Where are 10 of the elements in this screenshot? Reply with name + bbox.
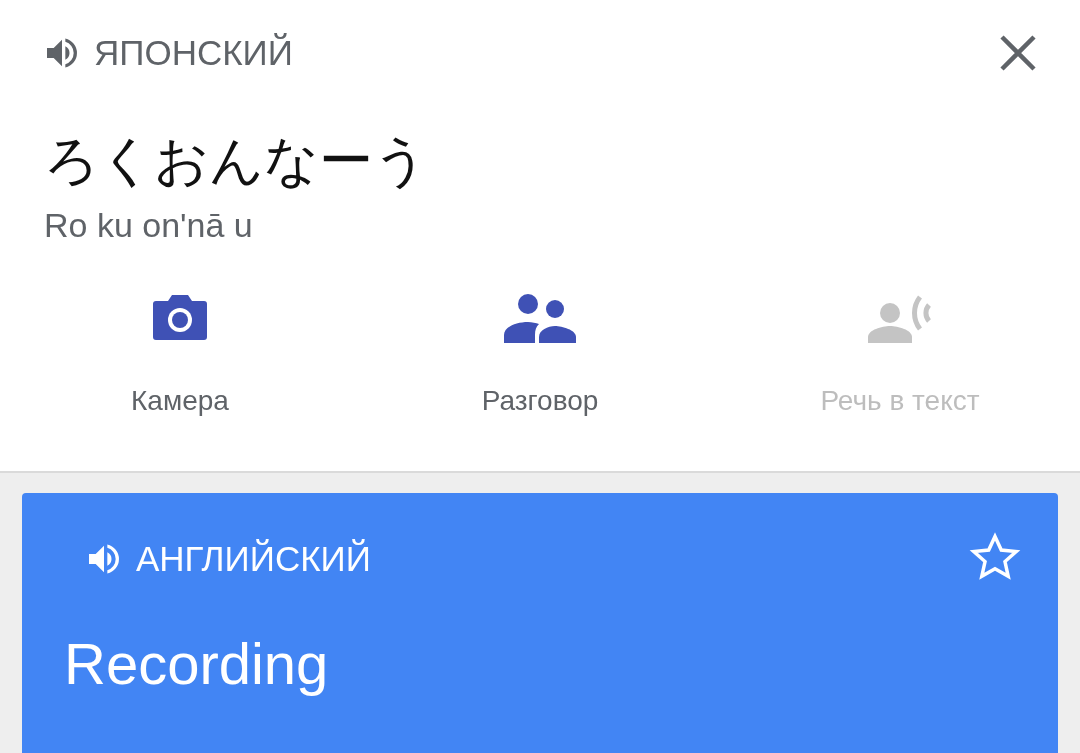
- romanization-text: Ro ku on'nā u: [44, 206, 254, 245]
- people-icon: [504, 293, 576, 343]
- source-language: ЯПОНСКИЙ: [94, 33, 294, 73]
- camera-icon: [152, 293, 208, 343]
- camera-button[interactable]: Камера: [0, 293, 360, 417]
- conversation-button[interactable]: Разговор: [360, 293, 720, 417]
- target-language: АНГЛИЙСКИЙ: [136, 538, 372, 579]
- translation-text: Recording: [64, 630, 330, 697]
- person-speaking-icon: [868, 293, 932, 343]
- source-text: ろくおんなーう: [44, 129, 429, 192]
